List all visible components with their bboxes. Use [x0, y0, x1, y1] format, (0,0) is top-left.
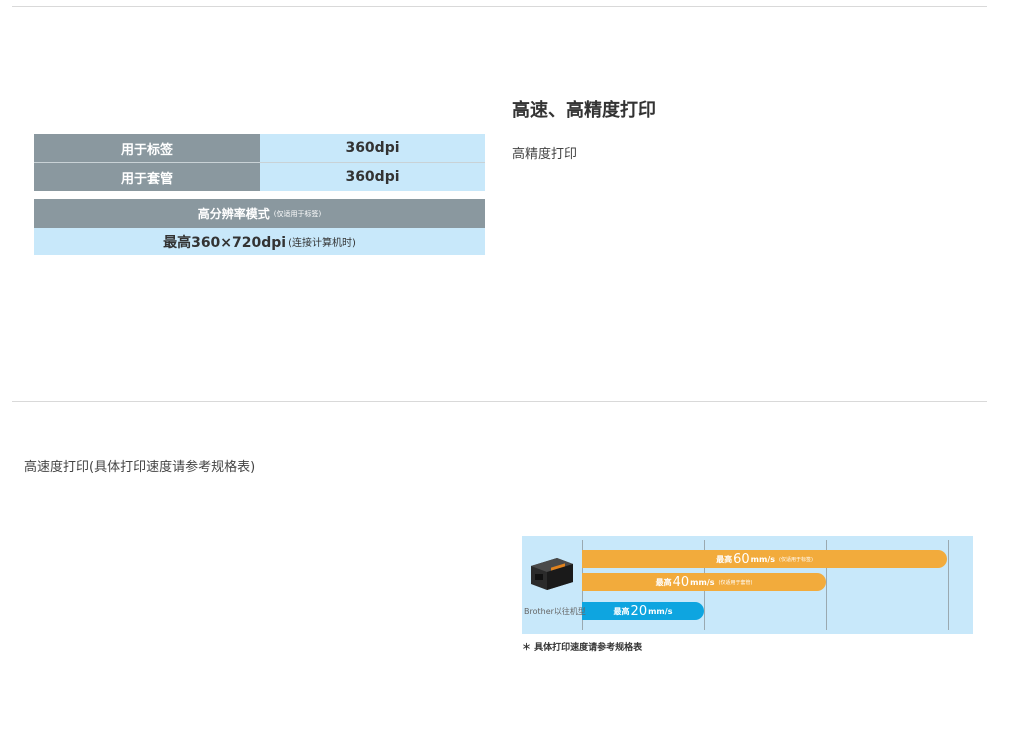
high-res-mode-title-note: (仅适用于标签) — [273, 209, 322, 218]
section-divider — [12, 401, 987, 402]
speed-section-subtitle: 高速度打印(具体打印速度请参考规格表) — [24, 460, 256, 475]
speed-bar-unit: mm/s — [648, 606, 673, 616]
resolution-row-value: 360dpi — [260, 134, 485, 162]
resolution-row-name: 用于套管 — [34, 163, 260, 191]
speed-bar-prefix: 最高 — [655, 577, 672, 587]
resolution-row-tube: 用于套管 360dpi — [34, 162, 485, 191]
section-title: 高速、高精度打印 — [512, 100, 656, 121]
speed-bar-value: 20 — [630, 603, 648, 619]
resolution-row-label: 用于标签 360dpi — [34, 134, 485, 162]
speed-bar: 最高 60 mm/s (仅适用于标签) — [582, 550, 947, 568]
resolution-table-image: 用于标签 360dpi 用于套管 360dpi 高分辨率模式 (仅适用于标签) … — [34, 134, 485, 255]
speed-bar-note: (仅适用于套管) — [718, 579, 753, 586]
high-res-mode-block: 高分辨率模式 (仅适用于标签) 最高360×720dpi (连接计算机时) — [34, 199, 485, 255]
speed-bar-value: 60 — [733, 551, 750, 567]
high-res-mode-value-note: (连接计算机时) — [288, 238, 356, 249]
printer-icon — [531, 558, 573, 590]
printer-label: Brother以往机型 — [524, 607, 586, 616]
speed-bar-unit: mm/s — [750, 554, 775, 564]
speed-bar-value: 40 — [672, 574, 690, 590]
top-divider — [12, 6, 987, 7]
high-res-mode-value-text: 最高360×720dpi — [163, 234, 287, 251]
speed-chart-image: 最高 60 mm/s (仅适用于标签) 最高 40 mm/s (仅适用于套管) … — [522, 536, 973, 634]
resolution-row-name: 用于标签 — [34, 134, 260, 162]
speed-bar-prefix: 最高 — [613, 606, 630, 616]
speed-bar: 最高 20 mm/s — [582, 602, 704, 620]
speed-bar-prefix: 最高 — [716, 554, 733, 564]
resolution-row-value: 360dpi — [260, 163, 485, 191]
high-res-mode-value: 最高360×720dpi (连接计算机时) — [34, 228, 485, 255]
speed-bar-note: (仅适用于标签) — [779, 556, 813, 563]
high-res-mode-title: 高分辨率模式 (仅适用于标签) — [34, 199, 485, 228]
high-res-mode-title-text: 高分辨率模式 — [197, 207, 270, 221]
speed-footnote: ＊ 具体打印速度请参考规格表 — [522, 643, 643, 653]
speed-grid-line — [948, 540, 949, 630]
section-subtitle: 高精度打印 — [512, 147, 578, 162]
speed-bar-unit: mm/s — [690, 577, 715, 587]
speed-bar: 最高 40 mm/s (仅适用于套管) — [582, 573, 826, 591]
